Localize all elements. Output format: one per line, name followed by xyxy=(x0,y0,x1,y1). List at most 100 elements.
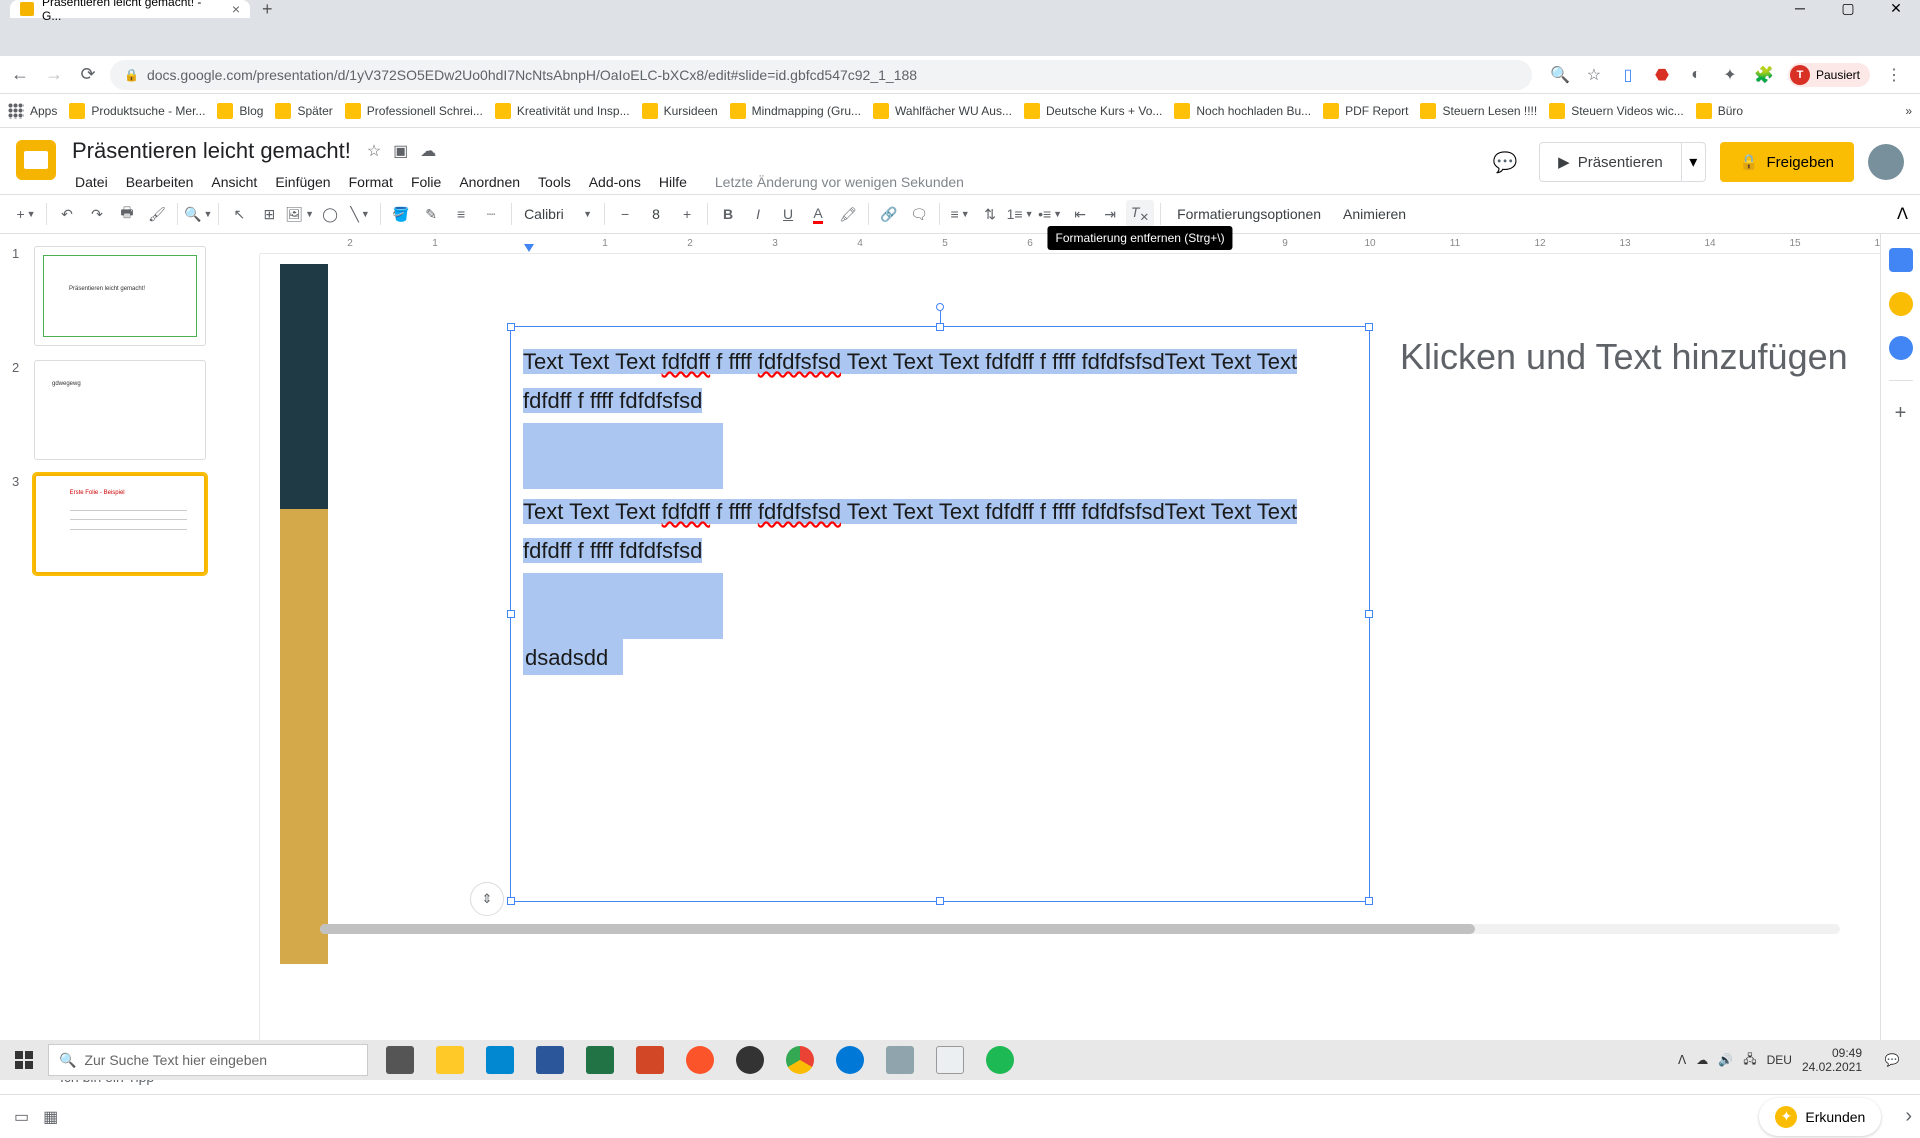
line-tool-button[interactable]: ╲▼ xyxy=(346,200,374,228)
numbered-list-button[interactable]: 1≡▼ xyxy=(1006,200,1034,228)
tab-close-icon[interactable]: × xyxy=(232,1,240,17)
menu-anordnen[interactable]: Anordnen xyxy=(452,170,527,194)
last-change-text[interactable]: Letzte Änderung vor wenigen Sekunden xyxy=(708,170,971,194)
menu-format[interactable]: Format xyxy=(342,170,400,194)
move-document-button[interactable]: ▣ xyxy=(393,141,408,161)
bookmark-item[interactable]: Büro xyxy=(1696,103,1743,119)
taskbar-app-icon[interactable] xyxy=(476,1040,524,1080)
reader-icon[interactable]: ▯ xyxy=(1618,65,1638,85)
zoom-icon[interactable]: 🔍 xyxy=(1550,65,1570,85)
taskbar-app2-icon[interactable] xyxy=(876,1040,924,1080)
resize-handle[interactable] xyxy=(936,323,944,331)
start-button[interactable] xyxy=(0,1040,48,1080)
indent-increase-button[interactable]: ⇥ xyxy=(1096,200,1124,228)
align-button[interactable]: ≡▼ xyxy=(946,200,974,228)
ext1-icon[interactable]: ◐ xyxy=(1686,65,1706,85)
taskbar-edge-icon[interactable] xyxy=(826,1040,874,1080)
bookmark-item[interactable]: Professionell Schrei... xyxy=(345,103,483,119)
highlight-color-button[interactable]: 🖍 xyxy=(834,200,862,228)
bookmark-item[interactable]: Deutsche Kurs + Vo... xyxy=(1024,103,1162,119)
taskbar-excel-icon[interactable] xyxy=(576,1040,624,1080)
bookmark-item[interactable]: Steuern Lesen !!!! xyxy=(1420,103,1537,119)
taskbar-chrome-icon[interactable] xyxy=(776,1040,824,1080)
resize-handle[interactable] xyxy=(1365,897,1373,905)
border-color-button[interactable]: ✎ xyxy=(417,200,445,228)
format-options-button[interactable]: Formatierungsoptionen xyxy=(1167,206,1331,222)
new-tab-button[interactable]: + xyxy=(262,0,273,20)
bookmarks-overflow-button[interactable]: » xyxy=(1905,104,1912,118)
bookmark-item[interactable]: Mindmapping (Gru... xyxy=(730,103,861,119)
indent-decrease-button[interactable]: ⇤ xyxy=(1066,200,1094,228)
tasks-addon-icon[interactable] xyxy=(1889,336,1913,360)
tray-chevron-icon[interactable]: ᐱ xyxy=(1678,1053,1686,1067)
menu-datei[interactable]: Datei xyxy=(68,170,115,194)
user-avatar[interactable] xyxy=(1868,144,1904,180)
new-slide-button[interactable]: +▼ xyxy=(12,200,40,228)
undo-button[interactable]: ↶ xyxy=(53,200,81,228)
italic-button[interactable]: I xyxy=(744,200,772,228)
text-box-content[interactable]: Text Text Text fdfdff f ffff fdfdfsfsd T… xyxy=(511,327,1369,693)
comments-button[interactable]: 💬 xyxy=(1485,142,1525,182)
grid-view-button[interactable]: ▦ xyxy=(43,1107,58,1127)
clear-formatting-button[interactable]: T✕ Formatierung entfernen (Strg+\) xyxy=(1126,200,1154,228)
bookmark-item[interactable]: Wahlfächer WU Aus... xyxy=(873,103,1012,119)
resize-handle[interactable] xyxy=(507,610,515,618)
url-bar[interactable]: 🔒 docs.google.com/presentation/d/1yV372S… xyxy=(110,60,1532,90)
indent-marker-icon[interactable] xyxy=(524,244,534,252)
star-icon[interactable]: ☆ xyxy=(1584,65,1604,85)
profile-paused-button[interactable]: T Pausiert xyxy=(1788,63,1870,87)
slide-thumbnail-2[interactable]: gdwegewg xyxy=(34,360,206,460)
nav-forward-button[interactable]: → xyxy=(42,63,66,87)
notes-placeholder-box[interactable]: Klicken und Text hinzufügen xyxy=(1390,326,1880,902)
bookmark-item[interactable]: PDF Report xyxy=(1323,103,1408,119)
textbox-tool-button[interactable]: ⊞ xyxy=(255,200,283,228)
line-spacing-button[interactable]: ⇅ xyxy=(976,200,1004,228)
nav-back-button[interactable]: ← xyxy=(8,63,32,87)
resize-handle[interactable] xyxy=(1365,323,1373,331)
text-box-selected[interactable]: Text Text Text fdfdff f ffff fdfdfsfsd T… xyxy=(510,326,1370,902)
nav-reload-button[interactable]: ⟳ xyxy=(76,63,100,87)
underline-button[interactable]: U xyxy=(774,200,802,228)
insert-comment-button[interactable]: 🗨 xyxy=(905,200,933,228)
menu-tools[interactable]: Tools xyxy=(531,170,578,194)
font-size-decrease-button[interactable]: − xyxy=(611,200,639,228)
bold-button[interactable]: B xyxy=(714,200,742,228)
insert-link-button[interactable]: 🔗 xyxy=(875,200,903,228)
star-document-button[interactable]: ☆ xyxy=(367,141,381,161)
slide-canvas[interactable]: Text Text Text fdfdff f ffff fdfdfsfsd T… xyxy=(280,264,1840,964)
slide-thumbnail-1[interactable]: Präsentieren leicht gemacht! xyxy=(34,246,206,346)
redo-button[interactable]: ↷ xyxy=(83,200,111,228)
shape-tool-button[interactable]: ◯ xyxy=(316,200,344,228)
bookmark-item[interactable]: Produktsuche - Mer... xyxy=(69,103,205,119)
tray-volume-icon[interactable]: 🔊 xyxy=(1718,1053,1733,1067)
horizontal-scrollbar[interactable] xyxy=(320,924,1840,938)
bookmark-item[interactable]: Blog xyxy=(217,103,263,119)
window-maximize-button[interactable]: ▢ xyxy=(1824,0,1872,16)
font-size-increase-button[interactable]: + xyxy=(673,200,701,228)
menu-hilfe[interactable]: Hilfe xyxy=(652,170,694,194)
tray-network-icon[interactable]: 🖧 xyxy=(1743,1050,1756,1071)
bookmark-item[interactable]: Kreativität und Insp... xyxy=(495,103,630,119)
resize-handle[interactable] xyxy=(507,323,515,331)
extensions-icon[interactable]: 🧩 xyxy=(1754,65,1774,85)
font-size-input[interactable]: 8 xyxy=(641,206,671,222)
browser-menu-button[interactable]: ⋮ xyxy=(1884,65,1904,85)
autofit-button[interactable]: ⇕ xyxy=(470,882,504,916)
taskbar-word-icon[interactable] xyxy=(526,1040,574,1080)
rotation-handle[interactable] xyxy=(936,303,944,311)
side-panel-toggle-button[interactable]: › xyxy=(1905,1105,1912,1128)
menu-addons[interactable]: Add-ons xyxy=(582,170,648,194)
font-family-selector[interactable]: Calibri ▼ xyxy=(518,206,598,222)
paint-format-button[interactable]: 🖌 xyxy=(143,200,171,228)
calendar-addon-icon[interactable] xyxy=(1889,248,1913,272)
resize-handle[interactable] xyxy=(1365,610,1373,618)
share-button[interactable]: 🔒 Freigeben xyxy=(1720,142,1854,182)
keep-addon-icon[interactable] xyxy=(1889,292,1913,316)
bookmark-item[interactable]: Steuern Videos wic... xyxy=(1549,103,1684,119)
slides-logo-icon[interactable] xyxy=(16,140,56,180)
window-minimize-button[interactable]: ─ xyxy=(1776,0,1824,16)
browser-tab[interactable]: Präsentieren leicht gemacht! - G... × xyxy=(10,0,250,18)
bookmark-item[interactable]: Kursideen xyxy=(642,103,718,119)
bookmark-item[interactable]: Später xyxy=(275,103,332,119)
bookmark-apps[interactable]: Apps xyxy=(8,103,57,119)
